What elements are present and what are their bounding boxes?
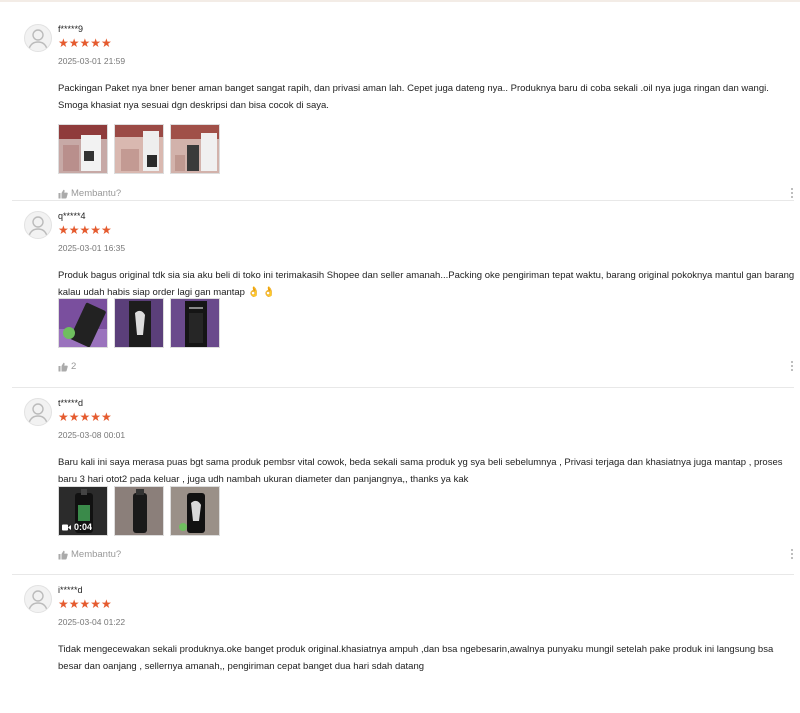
review-text: Baru kali ini saya merasa puas bgt sama … [58,457,783,485]
more-options-icon[interactable] [790,361,794,375]
helpful-label: Membantu? [71,188,122,199]
review-date: 2025-03-01 21:59 [58,56,126,66]
rating-stars: ★★★★★ [58,410,112,424]
review-item: t*****d ★★★★★ 2025-03-08 00:01 Baru kali… [12,398,794,568]
thumbs-up-icon [58,189,68,198]
divider [12,200,794,201]
divider [12,574,794,575]
review-text: Packingan Paket nya bner bener aman bang… [58,83,769,111]
thumbs-up-icon [58,362,68,371]
review-item: i*****d ★★★★★ 2025-03-04 01:22 Tidak men… [12,585,794,713]
review-date: 2025-03-01 16:35 [58,243,126,253]
review-text: Tidak mengecewakan sekali produknya.oke … [58,644,774,672]
helpful-button[interactable]: Membantu? [58,188,121,199]
review-username: i*****d [58,585,83,595]
review-photo[interactable] [58,298,108,348]
rating-stars: ★★★★★ [58,597,112,611]
user-avatar-icon[interactable] [24,211,52,239]
review-date: 2025-03-04 01:22 [58,617,126,627]
thumbs-up-icon [58,550,68,559]
review-photo[interactable] [114,298,164,348]
helpful-button[interactable]: Membantu? [58,549,121,560]
review-photo[interactable] [58,124,108,174]
review-video[interactable]: 0:04 [58,486,108,536]
review-text: Produk bagus original tdk sia sia aku be… [58,267,798,301]
review-photo[interactable] [114,124,164,174]
review-username: t*****d [58,398,84,408]
video-badge: 0:04 [62,522,92,532]
review-item: q*****4 ★★★★★ 2025-03-01 16:35 Produk ba… [12,211,794,381]
review-photo[interactable] [170,298,220,348]
video-duration: 0:04 [74,522,93,532]
review-photo[interactable] [170,124,220,174]
top-border [0,0,800,2]
review-date: 2025-03-08 00:01 [58,430,126,440]
helpful-label: Membantu? [71,549,122,560]
rating-stars: ★★★★★ [58,36,112,50]
user-avatar-icon[interactable] [24,24,52,52]
review-photo[interactable] [170,486,220,536]
ok-hand-emoji: 👌 👌 [247,287,276,298]
more-options-icon[interactable] [790,549,794,563]
divider [12,387,794,388]
user-avatar-icon[interactable] [24,398,52,426]
video-camera-icon [62,524,71,530]
review-photo[interactable] [114,486,164,536]
rating-stars: ★★★★★ [58,223,112,237]
review-username: f*****9 [58,24,84,34]
review-text-body: Produk bagus original tdk sia sia aku be… [58,270,795,298]
helpful-count: 2 [71,361,77,372]
user-avatar-icon[interactable] [24,585,52,613]
review-item: f*****9 ★★★★★ 2025-03-01 21:59 Packingan… [12,24,794,199]
helpful-button[interactable]: 2 [58,361,76,372]
review-username: q*****4 [58,211,86,221]
